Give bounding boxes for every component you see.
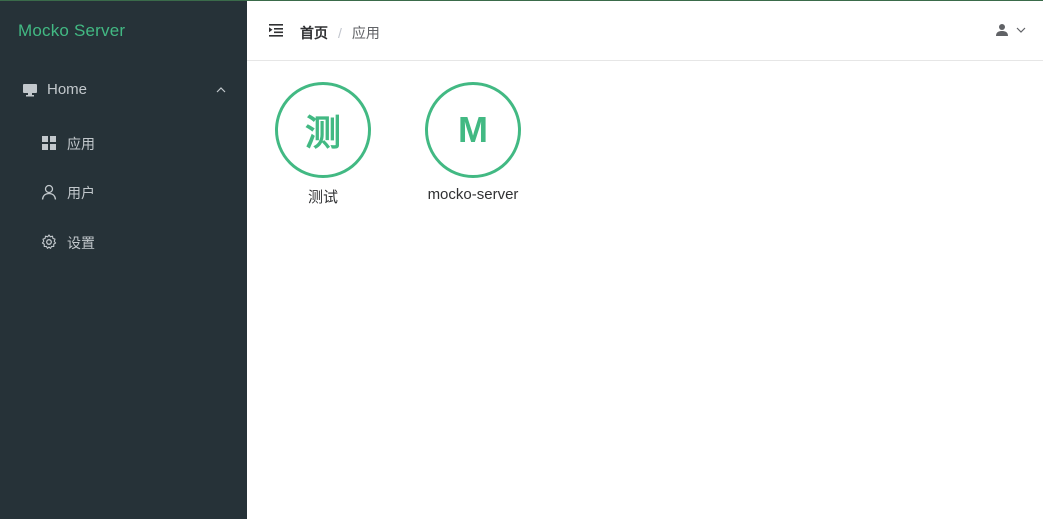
sidebar-item-label: 用户	[67, 185, 95, 201]
app-root: Mocko Server Home 应用 用户 设置 首页 / 应用 测 测试 …	[0, 0, 1043, 519]
breadcrumb-current: 应用	[351, 25, 380, 41]
app-avatar: M	[425, 82, 521, 178]
breadcrumb-separator: /	[338, 25, 342, 41]
user-menu-dropdown[interactable]	[995, 22, 1029, 40]
app-name: 测试	[307, 189, 338, 206]
sidebar: Mocko Server Home 应用 用户 设置	[0, 1, 247, 519]
brand-title[interactable]: Mocko Server	[18, 21, 125, 41]
sidebar-item-users[interactable]: 用户	[0, 167, 247, 217]
monitor-icon	[23, 84, 37, 97]
user-icon	[41, 184, 57, 200]
user-avatar-icon	[996, 24, 1008, 36]
gear-icon	[41, 234, 57, 249]
chevron-down-icon	[1016, 27, 1026, 33]
app-card[interactable]: 测 测试	[247, 82, 371, 212]
app-name: mocko-server	[427, 186, 519, 203]
sidebar-group-home[interactable]: Home	[0, 63, 247, 115]
app-card[interactable]: M mocko-server	[397, 82, 521, 212]
menu-fold-icon[interactable]	[269, 23, 283, 37]
breadcrumb-home[interactable]: 首页	[300, 23, 328, 43]
main-content: 测 测试 M mocko-server	[247, 62, 1043, 519]
top-header: 首页 / 应用	[247, 1, 1043, 61]
app-avatar: 测	[275, 82, 371, 178]
sidebar-group-label: Home	[47, 81, 88, 98]
grid-icon	[42, 136, 56, 150]
sidebar-item-settings[interactable]: 设置	[0, 217, 247, 267]
sidebar-item-label: 设置	[67, 235, 95, 251]
chevron-up-icon	[216, 87, 226, 93]
sidebar-item-label: 应用	[67, 136, 95, 152]
sidebar-item-apps[interactable]: 应用	[0, 118, 247, 168]
breadcrumb: 首页 / 应用	[300, 23, 380, 43]
